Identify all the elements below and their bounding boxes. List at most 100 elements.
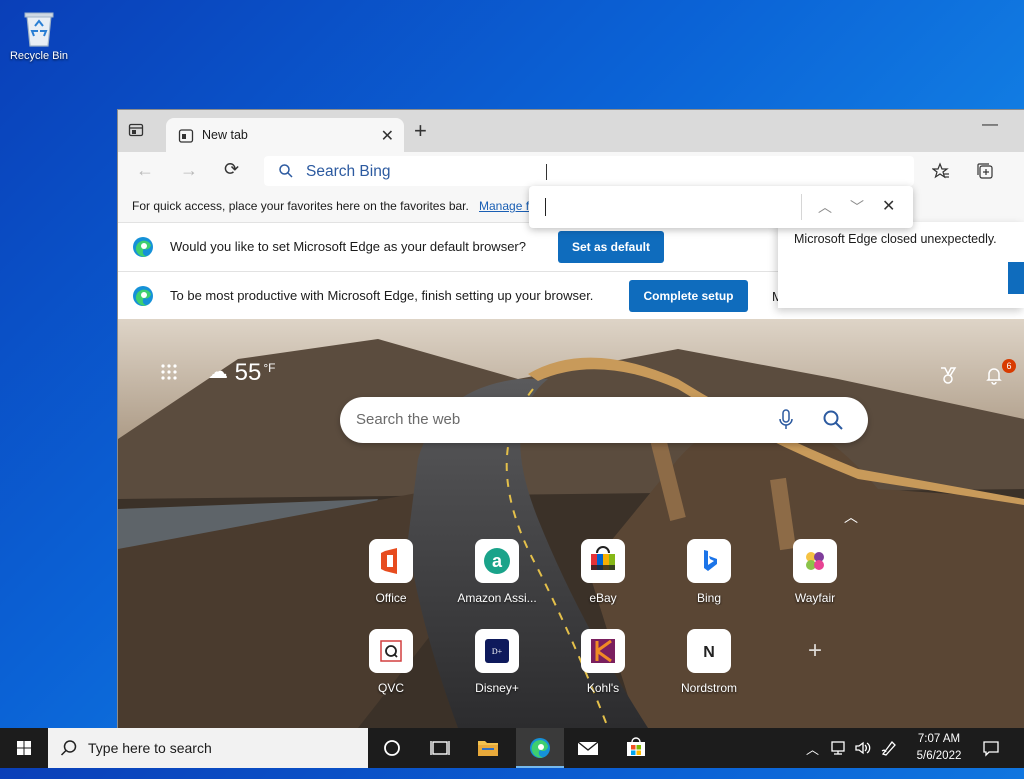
wayfair-icon (793, 539, 837, 583)
folder-icon (478, 741, 498, 756)
notifications-bell-icon[interactable] (984, 365, 1004, 388)
volume-icon[interactable] (854, 739, 872, 779)
edge-logo-icon (132, 285, 154, 310)
weather-temperature: 55 (234, 359, 262, 386)
taskbar: Type here to search ︿ 7:07 AM 5/6/2022 (0, 728, 1024, 768)
quick-link-bing[interactable]: Bing (664, 539, 754, 605)
refresh-icon[interactable]: ⟳ (224, 159, 239, 180)
cloud-icon: ☁ (208, 361, 228, 383)
quick-link-kohls[interactable]: Kohl's (558, 629, 648, 695)
network-icon[interactable] (830, 739, 848, 779)
address-placeholder: Search Bing (306, 163, 391, 180)
task-view-icon (430, 741, 450, 755)
quick-link-qvc[interactable]: QVC (346, 629, 436, 695)
crash-notification: Microsoft Edge closed unexpectedly. (778, 222, 1024, 308)
new-tab-button[interactable]: + (414, 120, 427, 142)
collections-icon[interactable] (976, 162, 994, 183)
address-bar[interactable]: Search Bing (264, 156, 914, 186)
quick-link-label: Bing (696, 591, 722, 605)
mail-button[interactable] (564, 728, 612, 768)
find-next-icon[interactable]: ﹀ (850, 197, 864, 217)
favorites-icon[interactable] (931, 162, 950, 183)
taskbar-search-placeholder: Type here to search (88, 740, 212, 756)
quick-link-amazon-assistant[interactable]: a Amazon Assi... (452, 539, 542, 605)
show-hidden-icons-chevron-icon[interactable]: ︿ (806, 739, 819, 779)
svg-text:N: N (703, 644, 715, 661)
weather-widget[interactable]: ☁ 55 °F (208, 359, 276, 387)
forward-icon[interactable]: → (180, 160, 198, 181)
file-explorer-button[interactable] (464, 728, 512, 768)
search-icon[interactable] (822, 409, 844, 434)
collapse-chevron-icon[interactable]: ︿ (844, 507, 858, 527)
svg-text:a: a (492, 551, 503, 571)
close-tab-icon[interactable]: ✕ (381, 126, 394, 146)
quick-link-wayfair[interactable]: Wayfair (770, 539, 860, 605)
amazon-assistant-icon: a (475, 539, 519, 583)
find-previous-icon[interactable]: ︿ (818, 197, 832, 217)
clock-date: 5/6/2022 (916, 750, 962, 762)
app-launcher-icon[interactable] (160, 363, 178, 384)
quick-link-ebay[interactable]: eBay (558, 539, 648, 605)
minimize-window-button[interactable]: — (982, 116, 998, 134)
setup-message: To be most productive with Microsoft Edg… (170, 288, 594, 303)
navigation-toolbar: ← → ⟳ Search Bing (118, 152, 1024, 190)
new-tab-page: ☁ 55 °F 6 Search the web ︿ Office a Amaz… (118, 319, 1024, 728)
kohls-icon (581, 629, 625, 673)
new-tab-page-icon (178, 128, 194, 147)
crash-message: Microsoft Edge closed unexpectedly. (794, 232, 997, 246)
search-icon (278, 163, 294, 182)
quick-link-label: Office (375, 591, 407, 605)
restore-button[interactable] (1008, 262, 1024, 294)
edge-taskbar-button[interactable] (516, 728, 564, 768)
quick-link-label: Disney+ (475, 681, 519, 695)
start-button[interactable] (0, 728, 48, 768)
manage-favorites-link[interactable]: Manage f (479, 199, 529, 213)
close-find-icon[interactable]: ✕ (882, 196, 895, 216)
ebay-icon (581, 539, 625, 583)
default-browser-message: Would you like to set Microsoft Edge as … (170, 239, 526, 254)
web-search-box[interactable]: Search the web (340, 397, 868, 443)
bing-icon (687, 539, 731, 583)
edge-logo-icon (132, 236, 154, 261)
web-search-placeholder: Search the web (356, 411, 461, 428)
svg-text:D+: D+ (492, 647, 503, 656)
pen-workspace-icon[interactable] (880, 739, 898, 779)
action-center-icon[interactable] (982, 739, 1000, 779)
tab-strip: New tab ✕ + — (118, 110, 1024, 152)
cortana-circle-icon (384, 740, 400, 756)
tab-actions-icon[interactable] (128, 122, 154, 142)
add-icon: + (807, 637, 822, 664)
quick-link-label: Kohl's (586, 681, 620, 695)
quick-link-nordstrom[interactable]: N Nordstrom (664, 629, 754, 695)
clock-time: 7:07 AM (917, 733, 961, 745)
office-icon (369, 539, 413, 583)
quick-link-office[interactable]: Office (346, 539, 436, 605)
quick-link-label: Wayfair (794, 591, 836, 605)
store-icon (627, 737, 645, 756)
taskbar-search-box[interactable]: Type here to search (48, 728, 368, 768)
text-cursor (546, 164, 547, 180)
microphone-icon[interactable] (778, 409, 794, 434)
find-input[interactable] (539, 192, 795, 222)
recycle-bin-desktop-icon[interactable]: Recycle Bin (6, 8, 72, 62)
notification-count-badge: 6 (1002, 359, 1016, 373)
cortana-button[interactable] (368, 728, 416, 768)
quick-link-label: Amazon Assi... (457, 591, 537, 605)
add-quick-link-button[interactable]: + (770, 629, 860, 673)
windows-logo-icon (17, 741, 31, 755)
favorites-hint: For quick access, place your favorites h… (132, 199, 469, 213)
rewards-icon[interactable] (938, 365, 958, 388)
complete-setup-button[interactable]: Complete setup (629, 280, 748, 312)
back-icon[interactable]: ← (136, 160, 154, 181)
task-view-button[interactable] (416, 728, 464, 768)
set-as-default-button[interactable]: Set as default (558, 231, 664, 263)
find-divider (801, 194, 802, 220)
recycle-bin-label: Recycle Bin (9, 50, 69, 62)
store-button[interactable] (612, 728, 660, 768)
disney-plus-icon: D+ (475, 629, 519, 673)
quick-link-disney-plus[interactable]: D+ Disney+ (452, 629, 542, 695)
quick-link-label: QVC (377, 681, 404, 695)
tab-new-tab[interactable]: New tab ✕ (166, 118, 404, 152)
quick-link-label: Nordstrom (680, 681, 737, 695)
system-clock[interactable]: 7:07 AM 5/6/2022 (904, 731, 974, 765)
